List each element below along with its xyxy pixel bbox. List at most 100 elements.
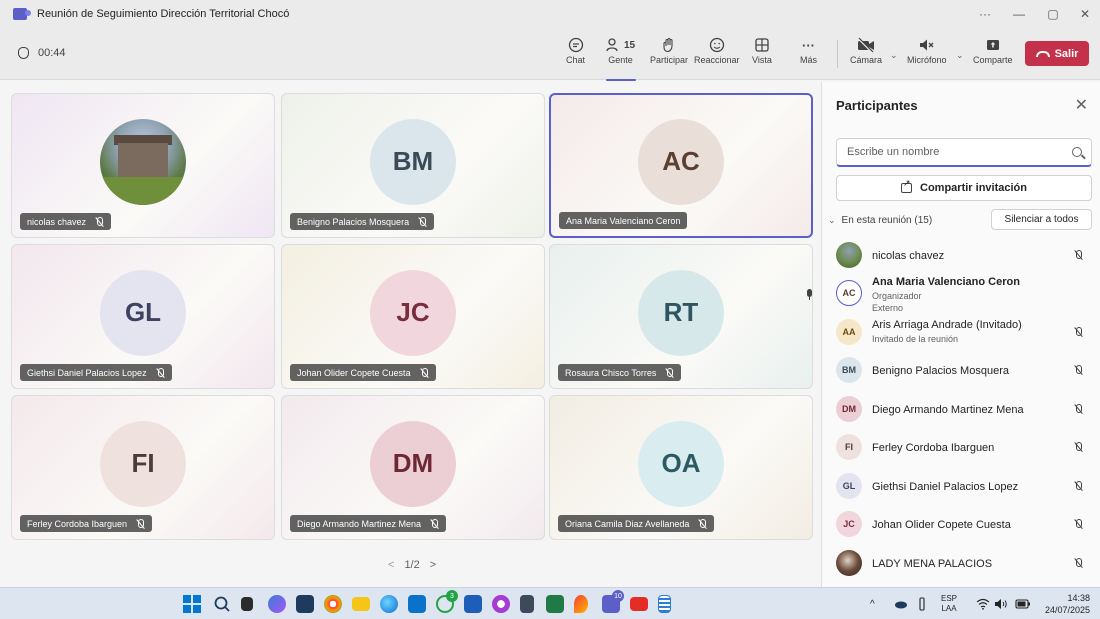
chrome-icon[interactable]	[324, 595, 342, 613]
word-icon[interactable]	[464, 595, 482, 613]
speaker-muted-icon	[918, 35, 936, 55]
tray-overflow-chevron[interactable]: ^	[870, 588, 875, 619]
copilot-icon[interactable]	[268, 595, 286, 613]
video-tile[interactable]: JC Johan Olider Copete Cuesta	[281, 244, 545, 389]
camera-off-icon	[857, 35, 875, 55]
video-tile[interactable]: BM Benigno Palacios Mosquera	[281, 93, 545, 238]
close-panel-button[interactable]: ✕	[1075, 95, 1088, 115]
video-tile-active-speaker[interactable]: AC Ana Maria Valenciano Ceron	[549, 93, 813, 238]
battery-icon[interactable]	[1015, 588, 1031, 619]
people-button[interactable]: 15 Gente	[605, 35, 636, 81]
participant-name-tag: Ferley Cordoba Ibarguen	[20, 515, 153, 532]
notepad-icon[interactable]	[658, 595, 671, 613]
mic-off-icon[interactable]	[1073, 558, 1083, 568]
store-icon[interactable]	[296, 595, 314, 613]
excel-icon[interactable]	[546, 595, 564, 613]
mic-off-icon[interactable]	[1073, 365, 1083, 375]
video-tile[interactable]: DM Diego Armando Martinez Mena	[281, 395, 545, 540]
task-view-icon[interactable]	[241, 597, 253, 611]
chevron-down-icon: ⌄	[828, 215, 836, 225]
more-button[interactable]: ··· Más	[800, 35, 817, 75]
share-button[interactable]: Comparte	[973, 35, 1013, 75]
participant-row[interactable]: nicolas chavez	[822, 237, 1100, 275]
participant-row[interactable]: AC Ana Maria Valenciano Ceron Organizado…	[807, 275, 1100, 313]
participant-name-tag: Rosaura Chisco Torres	[558, 364, 682, 381]
participant-row[interactable]: FI Ferley Cordoba Ibarguen	[822, 429, 1100, 467]
video-tile[interactable]: FI Ferley Cordoba Ibarguen	[11, 395, 275, 540]
pager-next-button[interactable]: >	[430, 559, 436, 571]
in-meeting-section-toggle[interactable]: ⌄ En esta reunión (15)	[828, 215, 932, 226]
mic-off-icon[interactable]	[1073, 250, 1083, 260]
microphone-button[interactable]: Micrófono	[907, 35, 947, 75]
paint-icon[interactable]	[574, 595, 588, 613]
chat-button[interactable]: Chat	[566, 35, 585, 75]
react-button[interactable]: Reaccionar	[694, 35, 740, 75]
meeting-timer: 00:44	[18, 47, 66, 59]
participant-row[interactable]: BM Benigno Palacios Mosquera	[822, 352, 1100, 390]
mic-on-icon[interactable]	[804, 289, 814, 301]
participant-row[interactable]: DM Diego Armando Martinez Mena	[822, 391, 1100, 429]
minimize-button[interactable]: —	[1002, 0, 1036, 28]
participant-row[interactable]: JC Johan Olider Copete Cuesta	[822, 506, 1100, 544]
ellipsis-icon: ···	[802, 37, 815, 53]
mic-options-chevron-icon[interactable]: ⌄	[956, 50, 964, 61]
windows-start-icon[interactable]	[183, 595, 201, 613]
avatar: AA	[836, 319, 862, 345]
share-invite-button[interactable]: Compartir invitación	[836, 175, 1092, 201]
file-explorer-icon[interactable]	[352, 597, 370, 611]
usb-icon[interactable]	[918, 588, 926, 619]
participant-avatar: JC	[370, 269, 456, 356]
pager-prev-button[interactable]: <	[388, 559, 394, 571]
volume-icon[interactable]	[994, 588, 1010, 619]
video-tile[interactable]: GL Giethsi Daniel Palacios Lopez	[11, 244, 275, 389]
avatar: AC	[836, 280, 862, 306]
shield-icon	[18, 47, 29, 59]
participant-row[interactable]: GL Giethsi Daniel Palacios Lopez	[822, 468, 1100, 506]
close-window-button[interactable]: ✕	[1068, 0, 1100, 28]
language-indicator[interactable]: ESP LAA	[941, 588, 957, 619]
restore-button[interactable]: ▢	[1036, 0, 1070, 28]
raise-hand-button[interactable]: Participar	[650, 35, 688, 75]
mute-all-button[interactable]: Silenciar a todos	[991, 209, 1092, 230]
edge-icon[interactable]	[380, 595, 398, 613]
mic-off-icon[interactable]	[1073, 404, 1083, 414]
leave-button[interactable]: Salir	[1025, 41, 1089, 66]
mic-off-icon	[417, 216, 427, 227]
share-icon	[901, 178, 913, 193]
video-tile[interactable]: OA Oriana Camila Diaz Avellaneda	[549, 395, 813, 540]
system-clock[interactable]: 14:38 24/07/2025	[1045, 592, 1090, 616]
more-options-icon[interactable]: ···	[968, 0, 1002, 28]
participant-avatar: RT	[638, 269, 724, 356]
participant-name-tag: Ana Maria Valenciano Ceron	[559, 212, 688, 229]
calculator-icon[interactable]	[520, 595, 534, 613]
onedrive-icon[interactable]	[894, 588, 908, 619]
video-tile[interactable]: RT Rosaura Chisco Torres	[549, 244, 813, 389]
mic-off-icon[interactable]	[1073, 481, 1083, 491]
share-screen-icon	[985, 35, 1001, 55]
search-icon[interactable]	[213, 595, 231, 613]
mic-off-icon	[429, 518, 439, 529]
wifi-icon[interactable]	[976, 588, 990, 619]
camera-options-chevron-icon[interactable]: ⌄	[890, 50, 898, 61]
participant-avatar: BM	[370, 118, 456, 205]
toolbar-divider	[837, 40, 838, 68]
participant-row[interactable]: AA Aris Arriaga Andrade (Invitado) Invit…	[822, 314, 1100, 352]
mic-off-icon	[697, 518, 707, 529]
mic-off-icon[interactable]	[1073, 519, 1083, 529]
search-input[interactable]	[847, 146, 1057, 158]
participant-row[interactable]: LADY MENA PALACIOS	[822, 545, 1100, 583]
video-tile[interactable]: nicolas chavez	[11, 93, 275, 238]
youtube-icon[interactable]	[630, 597, 648, 611]
view-button[interactable]: Vista	[752, 35, 772, 75]
camera-button[interactable]: Cámara	[850, 35, 882, 75]
mic-off-icon	[419, 367, 429, 378]
participant-name-tag: Oriana Camila Diaz Avellaneda	[558, 515, 715, 532]
mic-off-icon[interactable]	[1073, 442, 1083, 452]
participants-panel: Participantes ✕ Compartir invitación ⌄ E…	[807, 82, 1100, 587]
meeting-toolbar: 00:44 Chat 15 Gente Participar Reacciona…	[0, 28, 1100, 81]
mic-off-icon[interactable]	[1073, 327, 1083, 337]
media-player-icon[interactable]	[492, 595, 510, 613]
grid-pager: < 1/2 >	[388, 559, 436, 571]
outlook-icon[interactable]	[408, 595, 426, 613]
window-title: Reunión de Seguimiento Dirección Territo…	[37, 8, 290, 20]
